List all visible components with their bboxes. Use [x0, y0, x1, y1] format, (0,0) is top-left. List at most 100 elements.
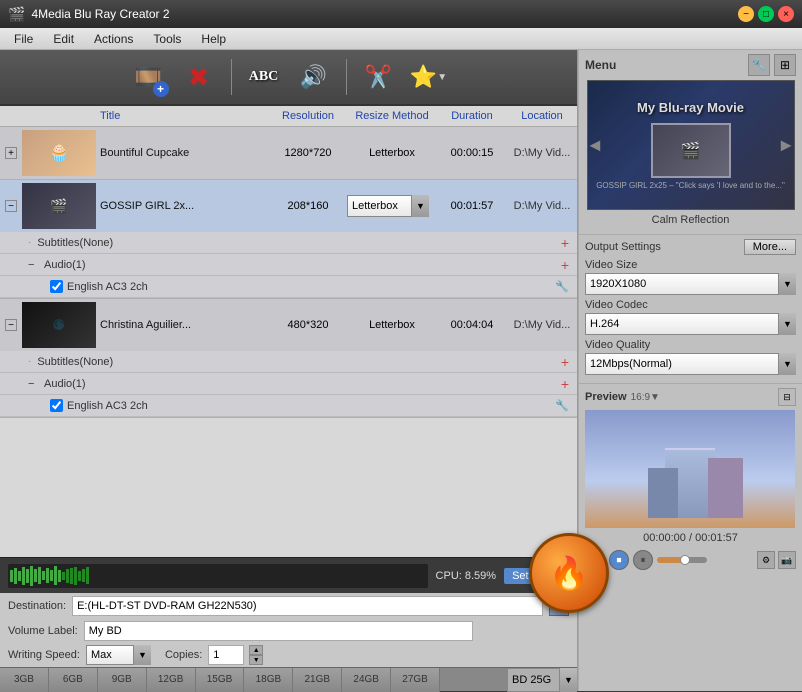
audio-wrench-icon-2[interactable]: 🔧	[555, 280, 569, 293]
waveform-bar: CPU: 8.59% Settings...	[0, 557, 577, 593]
close-button[interactable]: ×	[778, 6, 794, 22]
col-resolution-header: Resolution	[269, 110, 347, 122]
toolbar-separator-1	[231, 59, 232, 95]
audio-checkbox-3[interactable]	[50, 399, 63, 412]
audio-row-2: − Audio(1) +	[0, 254, 577, 276]
stop-button[interactable]: ⏹	[609, 550, 629, 570]
playback-controls: ⏮ ⏹ ⏸ ⚙ 📷	[585, 548, 796, 572]
playback-extra-controls: ⚙ 📷	[757, 551, 796, 569]
expand-btn-3[interactable]: −	[0, 319, 22, 331]
minimize-button[interactable]: −	[738, 6, 754, 22]
preview-export-button[interactable]: ⊟	[778, 388, 796, 406]
add-audio-icon-3[interactable]: +	[561, 376, 569, 392]
add-text-button[interactable]: ABC	[242, 55, 286, 99]
video-quality-select[interactable]: 12Mbps(Normal)	[585, 353, 796, 375]
copies-increment[interactable]: ▲	[249, 645, 263, 655]
output-more-button[interactable]: More...	[744, 239, 796, 255]
volume-handle[interactable]	[680, 555, 690, 565]
copies-decrement[interactable]: ▼	[249, 655, 263, 665]
menu-tools[interactable]: Tools	[143, 30, 191, 48]
menu-view-button[interactable]: ⊞	[774, 54, 796, 76]
col-thumb-header	[22, 110, 96, 122]
volume-label-input[interactable]	[84, 621, 473, 641]
video-size-select[interactable]: 1920X1080	[585, 273, 796, 295]
waveform-bar	[38, 567, 41, 584]
menu-edit[interactable]: Edit	[43, 30, 84, 48]
preview-header: Preview 16:9▼ ⊟	[585, 388, 796, 406]
video-codec-select-wrapper: H.264 ▼	[585, 313, 796, 335]
table-row: − 🌑 Christina Aguilier... 480*320 Letter…	[0, 299, 577, 418]
main-container: 🎞️ + ✖ ABC 🔊 ✂️ ⭐ ▼	[0, 50, 802, 691]
volume-slider[interactable]	[657, 557, 707, 563]
burn-button[interactable]: 🔥	[529, 533, 609, 613]
volume-label-text: Volume Label:	[8, 625, 78, 637]
menu-file[interactable]: File	[4, 30, 43, 48]
menu-actions[interactable]: Actions	[84, 30, 143, 48]
add-subtitle-icon-3[interactable]: +	[561, 354, 569, 370]
menu-section-header: Menu 🔧 ⊞	[585, 54, 796, 76]
maximize-button[interactable]: □	[758, 6, 774, 22]
col-resize-header: Resize Method	[347, 110, 437, 122]
audio-wrench-icon-3[interactable]: 🔧	[555, 399, 569, 412]
menu-preview-subtitle-text: GOSSIP GIRL 2x25 – "Click says 'I love a…	[596, 181, 785, 190]
preview-section: Preview 16:9▼ ⊟ 00:00:00 / 00:01:57 ⏮ ⏹ …	[579, 384, 802, 691]
preview-video	[585, 410, 795, 528]
add-audio-icon-2[interactable]: +	[561, 257, 569, 273]
subtitles-row-2: · Subtitles(None) +	[0, 232, 577, 254]
preview-title: Preview	[585, 391, 627, 403]
mark-15gb: 15GB	[196, 668, 245, 692]
waveform-bar	[74, 567, 77, 585]
video-quality-row: Video Quality 12Mbps(Normal) ▼	[585, 339, 796, 375]
audio-detail-2: English AC3 2ch 🔧	[0, 276, 577, 298]
video-row-main-1[interactable]: + 🧁 Bountiful Cupcake 1280*720 Letterbox…	[0, 127, 577, 179]
toolbar-separator-2	[346, 59, 347, 95]
menu-wrench-button[interactable]: 🔧	[748, 54, 770, 76]
audio-expand-2[interactable]: −	[28, 259, 44, 271]
col-title-header: Title	[96, 110, 269, 122]
progress-bar: 3GB 6GB 9GB 12GB 15GB 18GB 21GB 24GB 27G…	[0, 667, 577, 691]
menu-section-title: Menu	[585, 58, 616, 72]
toolbar: 🎞️ + ✖ ABC 🔊 ✂️ ⭐ ▼	[0, 50, 577, 106]
waveform-bar	[82, 569, 85, 582]
destination-input[interactable]	[72, 596, 543, 616]
add-video-button[interactable]: 🎞️ +	[127, 55, 171, 99]
audio-button[interactable]: 🔊	[292, 55, 336, 99]
table-header: Title Resolution Resize Method Duration …	[0, 106, 577, 127]
pause-button[interactable]: ⏸	[633, 550, 653, 570]
waveform-bar	[50, 570, 53, 581]
resize-method-select-2[interactable]: Letterbox	[347, 195, 429, 217]
audio-label-2: Audio(1)	[44, 259, 561, 271]
expand-btn-1[interactable]: +	[0, 147, 22, 159]
menu-nav-right-button[interactable]: ▶	[781, 137, 792, 154]
video-resolution-2: 208*160	[269, 200, 347, 212]
effects-button[interactable]: ⭐ ▼	[407, 55, 451, 99]
preview-building-3	[708, 458, 743, 518]
disc-size-select[interactable]: BD 25G	[507, 668, 577, 692]
video-row-main-3[interactable]: − 🌑 Christina Aguilier... 480*320 Letter…	[0, 299, 577, 351]
add-subtitle-icon-2[interactable]: +	[561, 235, 569, 251]
audio-checkbox-2[interactable]	[50, 280, 63, 293]
copies-input[interactable]	[208, 645, 244, 665]
waveform-bar	[26, 569, 29, 583]
menu-help[interactable]: Help	[191, 30, 236, 48]
menu-nav-left-button[interactable]: ◀	[590, 137, 601, 154]
thumbnail-1: 🧁	[22, 130, 96, 176]
expand-btn-2[interactable]: −	[0, 200, 22, 212]
video-codec-select[interactable]: H.264	[585, 313, 796, 335]
playback-camera-button[interactable]: 📷	[778, 551, 796, 569]
writing-speed-row: Writing Speed: Max ▼ Copies: ▲ ▼	[0, 643, 577, 667]
waveform-bar	[30, 566, 33, 586]
preview-ratio[interactable]: 16:9▼	[631, 392, 660, 403]
menu-section-icons: 🔧 ⊞	[748, 54, 796, 76]
cut-button[interactable]: ✂️	[357, 55, 401, 99]
video-resize-3: Letterbox	[347, 319, 437, 331]
waveform-bar	[62, 572, 65, 580]
video-codec-row: Video Codec H.264 ▼	[585, 299, 796, 335]
thumbnail-2: 🎬	[22, 183, 96, 229]
playback-settings-button[interactable]: ⚙	[757, 551, 775, 569]
writing-speed-select[interactable]: Max	[86, 645, 151, 665]
video-row-main-2[interactable]: − 🎬 GOSSIP GIRL 2x... 208*160 Letterbox	[0, 180, 577, 232]
menu-section: Menu 🔧 ⊞ My Blu-ray Movie 🎬 GOSSIP GIRL …	[579, 50, 802, 235]
remove-video-button[interactable]: ✖	[177, 55, 221, 99]
audio-expand-3[interactable]: −	[28, 378, 44, 390]
